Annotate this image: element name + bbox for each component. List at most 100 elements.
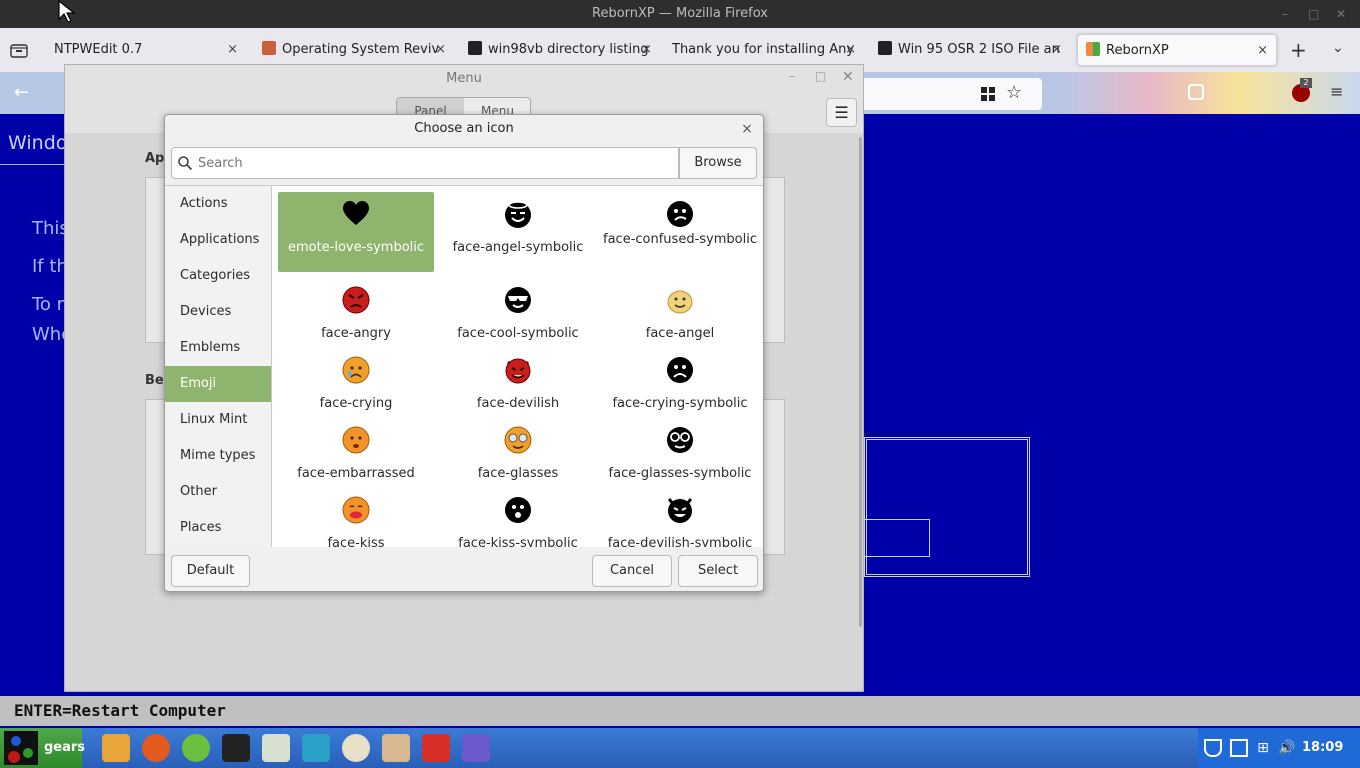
page-heading: Windo [8,132,68,154]
icon-label: face-kiss-symbolic [458,536,578,547]
close-window-icon[interactable]: ✕ [1336,0,1346,28]
icon-item[interactable]: face-kiss-symbolic [440,488,596,547]
icon-item[interactable]: face-glasses [440,418,596,498]
icon-label: face-glasses [477,466,559,481]
icon-item[interactable]: face-confused-symbolic [602,192,758,272]
icon-item[interactable]: face-crying [278,348,434,428]
category-list: Actions Applications Categories Devices … [165,185,272,547]
extension-badge: 2 [1300,78,1312,88]
browse-button[interactable]: Browse [679,147,757,179]
close-tab-icon[interactable]: × [1257,35,1268,65]
page-input-box[interactable] [864,519,930,557]
tab-anydesk[interactable]: Thank you for installing Any × [664,34,864,66]
icon-item[interactable]: emote-love-symbolic [278,192,434,272]
icon-label: face-crying-symbolic [612,396,748,411]
clock[interactable]: 18:09 [1302,728,1352,768]
downloads-icon[interactable] [1188,84,1204,100]
icon-item[interactable]: face-kiss [278,488,434,547]
minimize-icon[interactable]: – [789,69,795,83]
category-actions[interactable]: Actions [165,186,271,222]
face-kiss-symbolic-icon [505,497,531,523]
firefox-icon[interactable] [142,734,170,762]
maximize-icon[interactable]: □ [1308,0,1319,28]
category-places[interactable]: Places [165,510,271,546]
icon-item[interactable]: face-cool-symbolic [440,278,596,358]
icon-label: face-angel [645,326,715,341]
bookmark-star-icon[interactable]: ☆ [1006,82,1022,103]
network-icon[interactable]: ⊞ [1254,739,1272,757]
close-tab-icon[interactable]: × [845,34,856,66]
terminal-icon[interactable] [222,734,250,762]
close-icon[interactable]: ✕ [842,69,854,85]
globe-icon[interactable] [182,734,210,762]
status-bar: ENTER=Restart Computer [0,696,1360,726]
tab-win95-osr2[interactable]: Win 95 OSR 2 ISO File an × [870,34,1070,66]
back-arrow-icon[interactable]: ← [14,82,29,103]
icon-item[interactable]: face-embarrassed [278,418,434,498]
close-tab-icon[interactable]: × [641,34,652,66]
icon-label: face-cool-symbolic [457,326,579,341]
category-emblems[interactable]: Emblems [165,330,271,366]
category-other[interactable]: Other [165,474,271,510]
close-tab-icon[interactable]: × [227,34,238,66]
close-tab-icon[interactable]: × [1051,34,1062,66]
scrollbar[interactable] [859,137,862,627]
icon-item[interactable]: face-angel-symbolic [440,192,596,272]
archive-manager-icon[interactable] [382,734,410,762]
category-mime-types[interactable]: Mime types [165,438,271,474]
hamburger-menu-icon[interactable]: ☰ [826,98,857,127]
category-devices[interactable]: Devices [165,294,271,330]
icon-item[interactable]: face-glasses-symbolic [602,418,758,498]
tab-ntpwedit[interactable]: NTPWEdit 0.7 × [46,34,246,66]
close-icon[interactable]: × [737,119,757,139]
default-button[interactable]: Default [171,555,250,587]
icon-label: face-devilish-symbolic [607,536,753,547]
package-installer-icon[interactable] [422,734,450,762]
heart-icon [343,201,369,225]
app-menu-icon[interactable]: ≡ [1330,82,1343,101]
firefox-titlebar: RebornXP — Mozilla Firefox – □ ✕ [0,0,1360,28]
files-icon[interactable] [102,734,130,762]
settings-toggles-icon[interactable] [262,734,290,762]
icon-item[interactable]: face-devilish-symbolic [602,488,758,547]
tab-label: win98vb directory listing [488,42,649,57]
gears-logo-icon [4,731,38,765]
icon-item[interactable]: face-angel [602,278,758,358]
app-grid-icon[interactable] [462,734,490,762]
clipboard-icon[interactable] [1230,739,1248,757]
icon-grid: emote-love-symbolic face-angel-symbolic … [272,185,763,547]
disc-icon[interactable] [342,734,370,762]
tab-os-revival[interactable]: Operating System Reviv × [254,34,454,66]
tab-rebornxp[interactable]: RebornXP × [1077,34,1277,66]
icon-item[interactable]: face-devilish [440,348,596,428]
cancel-button[interactable]: Cancel [592,555,672,587]
list-all-tabs-icon[interactable]: ⌄ [1332,40,1344,56]
tab-label: Win 95 OSR 2 ISO File an [898,42,1060,57]
category-applications[interactable]: Applications [165,222,271,258]
category-categories[interactable]: Categories [165,258,271,294]
minimize-icon[interactable]: – [1282,0,1288,28]
icon-label: face-embarrassed [297,466,415,481]
volume-icon[interactable]: 🔊 [1278,739,1296,757]
new-tab-button[interactable]: + [1290,38,1310,62]
maximize-icon[interactable]: □ [815,69,826,83]
icon-label: face-glasses-symbolic [608,466,752,481]
icon-label: emote-love-symbolic [287,240,425,255]
grid-extension-icon[interactable] [980,86,996,102]
icon-item[interactable]: face-angry [278,278,434,358]
select-button[interactable]: Select [678,555,758,587]
search-input[interactable] [171,147,679,179]
system-monitor-icon[interactable] [302,734,330,762]
icon-item[interactable]: face-crying-symbolic [602,348,758,428]
shield-icon[interactable] [1204,739,1222,757]
category-linux-mint[interactable]: Linux Mint [165,402,271,438]
tab-overview-icon[interactable] [10,42,28,58]
search-icon [178,156,193,171]
category-emoji[interactable]: Emoji [165,366,271,402]
face-crying-symbolic-icon [667,357,693,383]
mouse-cursor-icon [58,0,76,23]
tab-win98vb[interactable]: win98vb directory listing × [460,34,660,66]
close-tab-icon[interactable]: × [435,34,446,66]
face-embarrassed-icon [342,426,370,454]
url-bar[interactable]: ☆ [862,78,1042,110]
